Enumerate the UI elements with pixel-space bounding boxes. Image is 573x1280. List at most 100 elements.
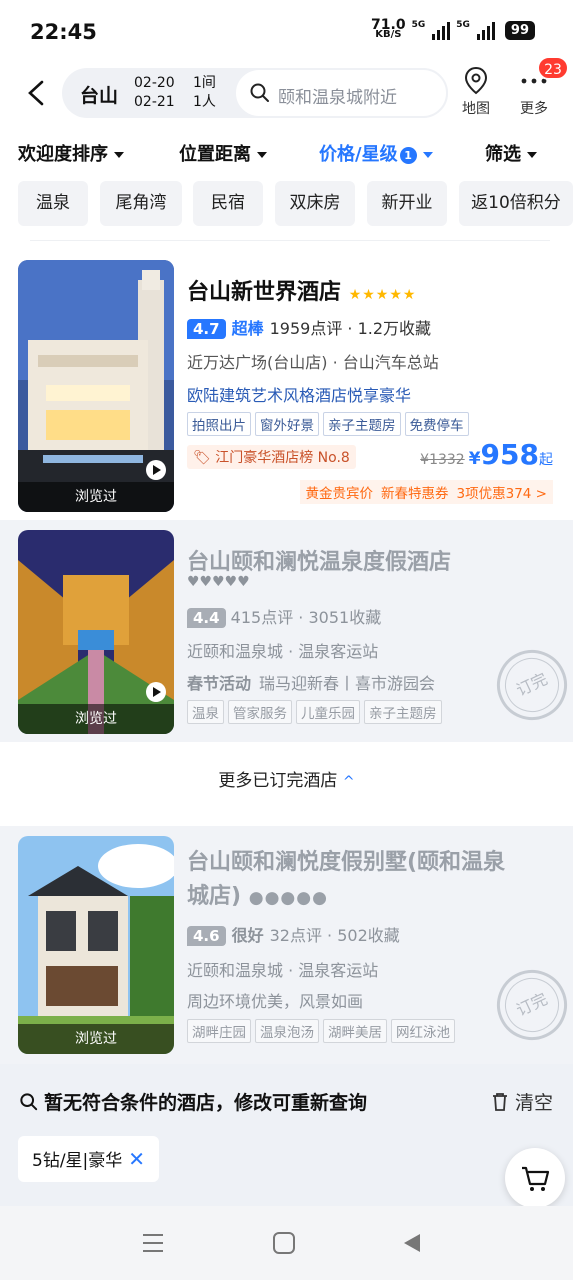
active-filter-chip[interactable]: 5钻/星|豪华 ✕ bbox=[18, 1136, 160, 1182]
hotel-image bbox=[18, 836, 174, 1054]
no-results-message: 暂无符合条件的酒店，修改可重新查询 bbox=[20, 1088, 367, 1115]
battery-icon: 99 bbox=[504, 20, 535, 40]
hotel-photo[interactable]: 浏览过 bbox=[18, 530, 174, 734]
chevron-up-icon: ^ bbox=[342, 774, 355, 790]
status-time: 22:45 bbox=[30, 20, 97, 44]
more-booked-toggle[interactable]: 更多已订完酒店 ^ bbox=[0, 766, 573, 791]
hotel-tags: 湖畔庄园 温泉泡汤 湖畔美居 网红泳池 bbox=[187, 1019, 455, 1043]
chip-new-open[interactable]: 新开业 bbox=[367, 181, 447, 226]
tag: 温泉 bbox=[187, 700, 224, 724]
hotel-feature: 春节活动 瑞马迎新春丨喜市游园会 bbox=[187, 674, 436, 693]
menu-icon[interactable] bbox=[143, 1234, 163, 1258]
score-badge: 4.4 bbox=[187, 608, 226, 628]
date-selector[interactable]: 02-20 02-21 bbox=[134, 74, 175, 112]
sort-bar: 欢迎度排序 位置距离 价格/星级 1 筛选 bbox=[0, 138, 573, 170]
sort-filter[interactable]: 筛选 bbox=[485, 140, 537, 166]
hotel-location: 近万达广场(台山店) · 台山汽车总站 bbox=[187, 353, 439, 372]
hotel-photo[interactable]: 浏览过 bbox=[18, 836, 174, 1054]
play-video-icon[interactable] bbox=[146, 682, 166, 702]
home-icon[interactable] bbox=[273, 1232, 295, 1254]
caret-down-icon bbox=[257, 152, 267, 158]
chip-hot-spring[interactable]: 温泉 bbox=[18, 181, 88, 226]
close-icon[interactable]: ✕ bbox=[128, 1147, 145, 1171]
signal-icon bbox=[476, 20, 495, 40]
search-header: 台山 02-20 02-21 1间 1人 颐和温泉城附近 地图 更多 bbox=[0, 66, 573, 124]
search-input[interactable]: 颐和温泉城附近 bbox=[278, 83, 397, 108]
diamond-rating-icon: ●●●●● bbox=[248, 888, 328, 908]
search-bar[interactable]: 台山 02-20 02-21 1间 1人 颐和温泉城附近 bbox=[62, 68, 448, 118]
chip-twin-room[interactable]: 双床房 bbox=[275, 181, 355, 226]
hotel-name: 台山新世界酒店 ★★★★★ bbox=[187, 280, 417, 305]
hotel-name: 台山颐和澜悦度假别墅(颐和温泉 城店) ●●●●● bbox=[187, 850, 506, 909]
score-badge: 4.6 bbox=[187, 926, 226, 946]
keyword-search[interactable]: 颐和温泉城附近 bbox=[234, 68, 448, 118]
map-pin-icon bbox=[464, 66, 488, 95]
sold-out-stamp: 订完 bbox=[485, 958, 573, 1052]
network-type-1: 5G bbox=[411, 20, 426, 30]
cart-button[interactable] bbox=[505, 1148, 565, 1208]
back-triangle-icon[interactable] bbox=[404, 1234, 420, 1252]
rating-row: 4.6 很好 32点评 · 502收藏 bbox=[187, 922, 400, 946]
hotel-feature: 周边环境优美，风景如画 bbox=[187, 992, 364, 1011]
tag: 窗外好景 bbox=[255, 412, 319, 436]
play-video-icon[interactable] bbox=[146, 460, 166, 480]
hotel-card[interactable]: 浏览过 台山颐和澜悦温泉度假酒店 ♥♥♥♥♥ 4.4 415点评 · 3051收… bbox=[0, 520, 573, 742]
hotel-tags: 温泉 管家服务 儿童乐园 亲子主题房 bbox=[187, 700, 442, 724]
sort-popularity[interactable]: 欢迎度排序 bbox=[18, 140, 124, 166]
hotel-photo[interactable]: 浏览过 bbox=[18, 260, 174, 512]
sold-out-stamp: 订完 bbox=[485, 638, 573, 732]
signal-icon bbox=[432, 20, 451, 40]
hotel-card[interactable]: 浏览过 台山新世界酒店 ★★★★★ 4.7 超棒 1959点评 · 1.2万收藏 近… bbox=[0, 250, 573, 518]
search-icon bbox=[20, 1093, 38, 1111]
city-selector[interactable]: 台山 bbox=[80, 81, 118, 108]
chip-weijiao-bay[interactable]: 尾角湾 bbox=[100, 181, 182, 226]
back-arrow-icon[interactable] bbox=[22, 78, 50, 108]
hotel-tags: 拍照出片 窗外好景 亲子主题房 免费停车 bbox=[187, 412, 469, 436]
divider bbox=[30, 240, 550, 241]
hotel-location: 近颐和温泉城 · 温泉客运站 bbox=[187, 961, 379, 980]
rating-row: 4.4 415点评 · 3051收藏 bbox=[187, 604, 381, 628]
clear-button[interactable]: 清空 bbox=[491, 1088, 553, 1115]
room-guest-selector[interactable]: 1间 1人 bbox=[193, 74, 216, 112]
network-type-2: 5G bbox=[456, 20, 470, 30]
caret-down-icon bbox=[422, 152, 433, 158]
tag: 湖畔庄园 bbox=[187, 1019, 251, 1043]
promo-row[interactable]: 黄金贵宾价 新春特惠券 3项优惠374 > bbox=[299, 480, 553, 504]
no-results-panel: 暂无符合条件的酒店，修改可重新查询 清空 5钻/星|豪华 ✕ bbox=[0, 1064, 573, 1206]
diamond-rating-icon: ♥♥♥♥♥ bbox=[187, 574, 250, 590]
tag: 管家服务 bbox=[228, 700, 292, 724]
filter-count-badge: 1 bbox=[399, 146, 417, 164]
tag: 亲子主题房 bbox=[323, 412, 401, 436]
tag: 网红泳池 bbox=[391, 1019, 455, 1043]
rating-row: 4.7 超棒 1959点评 · 1.2万收藏 bbox=[187, 315, 431, 339]
viewed-label: 浏览过 bbox=[18, 704, 174, 734]
sort-price-star[interactable]: 价格/星级 1 bbox=[319, 140, 433, 166]
cart-icon bbox=[522, 1166, 550, 1191]
hotel-card[interactable]: 浏览过 台山颐和澜悦度假别墅(颐和温泉 城店) ●●●●● 4.6 很好 32点评 … bbox=[0, 826, 573, 1064]
tag: 拍照出片 bbox=[187, 412, 251, 436]
network-speed: 71.0 KB/S bbox=[371, 17, 406, 40]
viewed-label: 浏览过 bbox=[18, 1024, 174, 1054]
tag: 亲子主题房 bbox=[364, 700, 442, 724]
caret-down-icon bbox=[527, 152, 537, 158]
sort-distance[interactable]: 位置距离 bbox=[179, 140, 267, 166]
current-price: 958 bbox=[480, 438, 539, 471]
original-price: ¥1332 bbox=[420, 452, 465, 468]
chip-10x-points[interactable]: 返10倍积分 bbox=[459, 181, 573, 226]
trash-icon bbox=[492, 1093, 507, 1111]
status-icons: 71.0 KB/S 5G 5G 99 bbox=[371, 17, 535, 40]
hotel-name: 台山颐和澜悦温泉度假酒店 bbox=[187, 550, 452, 575]
chip-homestay[interactable]: 民宿 bbox=[193, 181, 263, 226]
map-button[interactable]: 地图 bbox=[455, 66, 497, 122]
viewed-label: 浏览过 bbox=[18, 482, 174, 512]
tag: 儿童乐园 bbox=[296, 700, 360, 724]
diamond-stars-icon: ★★★★★ bbox=[348, 287, 417, 303]
hotel-location: 近颐和温泉城 · 温泉客运站 bbox=[187, 642, 379, 661]
caret-down-icon bbox=[114, 152, 124, 158]
hotel-feature: 欧陆建筑艺术风格酒店悦享豪华 bbox=[187, 386, 412, 405]
tag: 温泉泡汤 bbox=[255, 1019, 319, 1043]
system-nav-bar bbox=[0, 1206, 573, 1280]
ranking-badge[interactable]: 🏷 江门豪华酒店榜 No.8 bbox=[187, 445, 356, 469]
notification-badge: 23 bbox=[537, 56, 569, 80]
search-icon bbox=[250, 83, 269, 102]
